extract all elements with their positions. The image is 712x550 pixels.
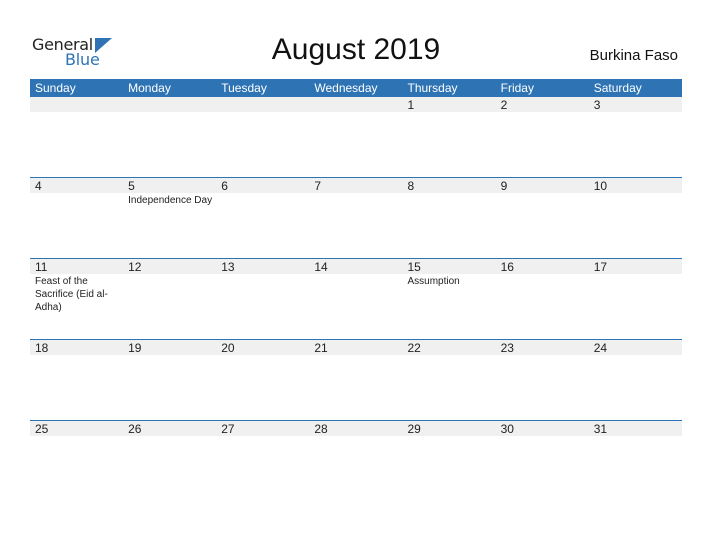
day-number: 20 (221, 341, 235, 355)
day-cell: 8 (403, 178, 496, 259)
day-cell: 11 Feast of the Sacrifice (Eid al-Adha) (30, 259, 123, 340)
day-cell: 9 (496, 178, 589, 259)
day-number: 4 (35, 179, 42, 193)
day-cell: 28 (309, 421, 402, 502)
day-cell: 10 (589, 178, 682, 259)
day-cell: 2 (496, 97, 589, 178)
week-cells: 18 19 20 21 22 23 24 (30, 340, 682, 421)
day-number: 29 (407, 422, 421, 436)
day-cell: 5 Independence Day (123, 178, 216, 259)
weekday-tuesday: Tuesday (221, 81, 267, 95)
day-cell: 12 (123, 259, 216, 340)
day-cell: 27 (216, 421, 309, 502)
week-row: 25 26 27 28 29 30 31 (30, 420, 682, 502)
weekday-friday: Friday (500, 81, 534, 95)
day-cell: 25 (30, 421, 123, 502)
day-cell (30, 97, 123, 178)
holiday-label: Independence Day (128, 195, 213, 206)
country-label: Burkina Faso (589, 47, 678, 64)
day-cell: 30 (496, 421, 589, 502)
day-number: 2 (500, 98, 508, 112)
holiday-label: Feast of the Sacrifice (Eid al-Adha) (35, 276, 108, 313)
day-number: 14 (314, 260, 328, 274)
day-number: 3 (593, 98, 601, 112)
week-row: 11 Feast of the Sacrifice (Eid al-Adha) 12… (30, 258, 682, 340)
day-cell: 21 (309, 340, 402, 421)
day-cell: 16 (496, 259, 589, 340)
day-number: 7 (314, 179, 322, 193)
day-cell: 26 (123, 421, 216, 502)
day-cell: 18 (30, 340, 123, 421)
day-cell: 17 (589, 259, 682, 340)
day-cell: 29 (403, 421, 496, 502)
day-cell: 1 (403, 97, 496, 178)
day-number: 26 (128, 422, 142, 436)
day-cell: 20 (216, 340, 309, 421)
day-number: 8 (407, 179, 415, 193)
day-cell: 15 Assumption (403, 259, 496, 340)
day-cell (123, 97, 216, 178)
day-number: 31 (593, 422, 608, 436)
day-number: 10 (593, 179, 608, 193)
day-number: 22 (407, 341, 421, 355)
day-cell: 6 (216, 178, 309, 259)
day-number: 25 (35, 422, 49, 436)
day-number: 18 (35, 341, 49, 355)
day-cell: 24 (589, 340, 682, 421)
week-cells: 11 Feast of the Sacrifice (Eid al-Adha) 12… (30, 259, 682, 340)
day-cell: 7 (309, 178, 402, 259)
week-cells: 25 26 27 28 29 30 31 (30, 421, 682, 502)
weekday-sunday: Sunday (35, 81, 76, 95)
day-cell: 4 (30, 178, 123, 259)
day-number: 9 (500, 179, 508, 193)
day-number: 30 (500, 422, 514, 436)
weekday-monday: Monday (128, 81, 171, 95)
day-cell: 23 (496, 340, 589, 421)
day-number: 23 (500, 341, 514, 355)
day-number: 24 (593, 341, 608, 355)
day-cell: 3 (589, 97, 682, 178)
day-number: 17 (593, 260, 608, 274)
day-number: 1 (407, 98, 415, 112)
weekday-header: Sunday Monday Tuesday Wednesday Thursday… (30, 79, 682, 97)
day-cell: 14 (309, 259, 402, 340)
day-number: 16 (500, 260, 514, 274)
day-number: 5 (128, 179, 135, 193)
day-cell (309, 97, 402, 178)
day-number: 13 (221, 260, 235, 274)
day-cell: 19 (123, 340, 216, 421)
week-row: 18 19 20 21 22 23 24 (30, 339, 682, 421)
week-row: 4 5 Independence Day 6 7 8 9 10 (30, 177, 682, 259)
week-cells: 4 5 Independence Day 6 7 8 9 10 (30, 178, 682, 259)
day-cell: 22 (403, 340, 496, 421)
holiday-label: Assumption (407, 276, 460, 287)
day-number: 27 (221, 422, 235, 436)
day-number: 15 (407, 260, 421, 274)
week-row: 1 2 3 (30, 97, 682, 178)
day-cell: 31 (589, 421, 682, 502)
day-number: 19 (128, 341, 142, 355)
weekday-saturday: Saturday (593, 81, 642, 95)
day-cell (216, 97, 309, 178)
day-number: 6 (221, 179, 228, 193)
day-number: 12 (128, 260, 142, 274)
week-cells: 1 2 3 (30, 97, 682, 178)
weekday-wednesday: Wednesday (314, 81, 378, 95)
day-number: 11 (35, 260, 48, 274)
day-number: 21 (314, 341, 328, 355)
day-cell: 13 (216, 259, 309, 340)
day-number: 28 (314, 422, 328, 436)
weekday-thursday: Thursday (407, 81, 458, 95)
